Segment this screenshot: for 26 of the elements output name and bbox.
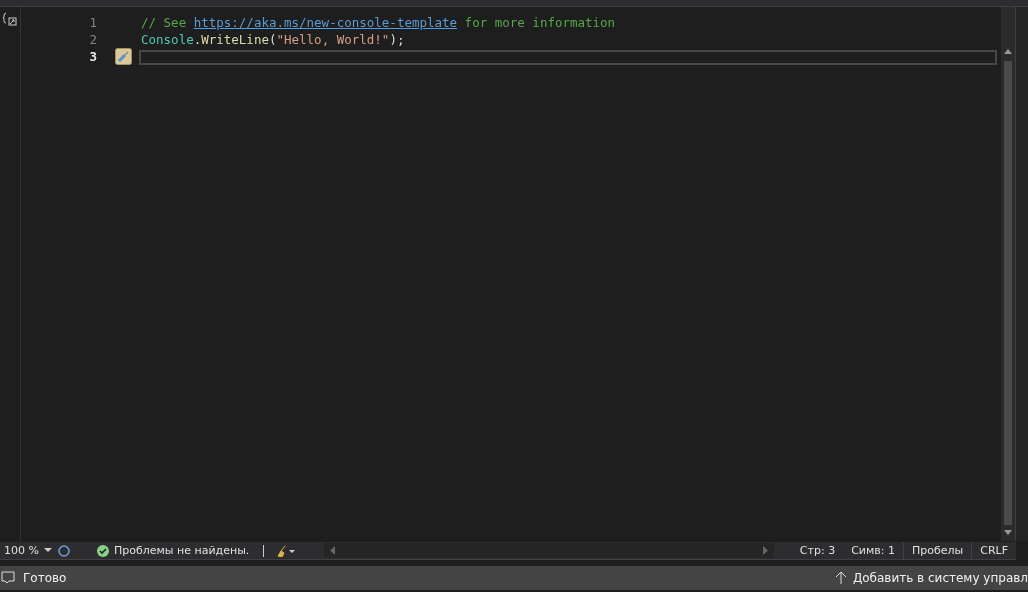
screwdriver-icon[interactable] <box>114 48 132 65</box>
message-icon[interactable] <box>1 571 15 585</box>
problems-status[interactable]: Проблемы не найдены. <box>114 544 250 557</box>
line-number: 2 <box>88 32 97 47</box>
code-block-icon[interactable] <box>3 12 17 26</box>
code-line: Console.WriteLine("Hello, World!"); <box>140 31 406 48</box>
status-text: Готово <box>23 571 67 585</box>
column-indicator[interactable]: Симв: 1 <box>843 542 903 559</box>
line-ending-indicator[interactable]: CRLF <box>971 542 1016 559</box>
source-control-button[interactable]: Добавить в систему управл <box>852 571 1028 585</box>
caret-icon[interactable] <box>44 548 52 553</box>
up-arrow-icon[interactable] <box>834 571 847 585</box>
line-number: 3 <box>88 49 97 64</box>
vertical-scrollbar[interactable] <box>1001 7 1015 541</box>
broom-icon[interactable] <box>276 544 297 557</box>
line-number: 1 <box>88 15 97 30</box>
code-line: // See https://aka.ms/new-console-template for more information <box>140 14 617 31</box>
indent-indicator[interactable]: Пробелы <box>902 542 972 559</box>
horizontal-scrollbar[interactable] <box>324 543 775 558</box>
scroll-down-icon[interactable] <box>1003 529 1013 537</box>
scroll-right-icon[interactable] <box>762 546 769 555</box>
line-indicator[interactable]: Стр: 3 <box>791 542 844 559</box>
scroll-up-icon[interactable] <box>1003 47 1013 55</box>
scroll-left-icon[interactable] <box>330 546 337 555</box>
check-icon <box>97 544 109 557</box>
zoom-dropdown[interactable]: 100 % <box>0 544 52 557</box>
